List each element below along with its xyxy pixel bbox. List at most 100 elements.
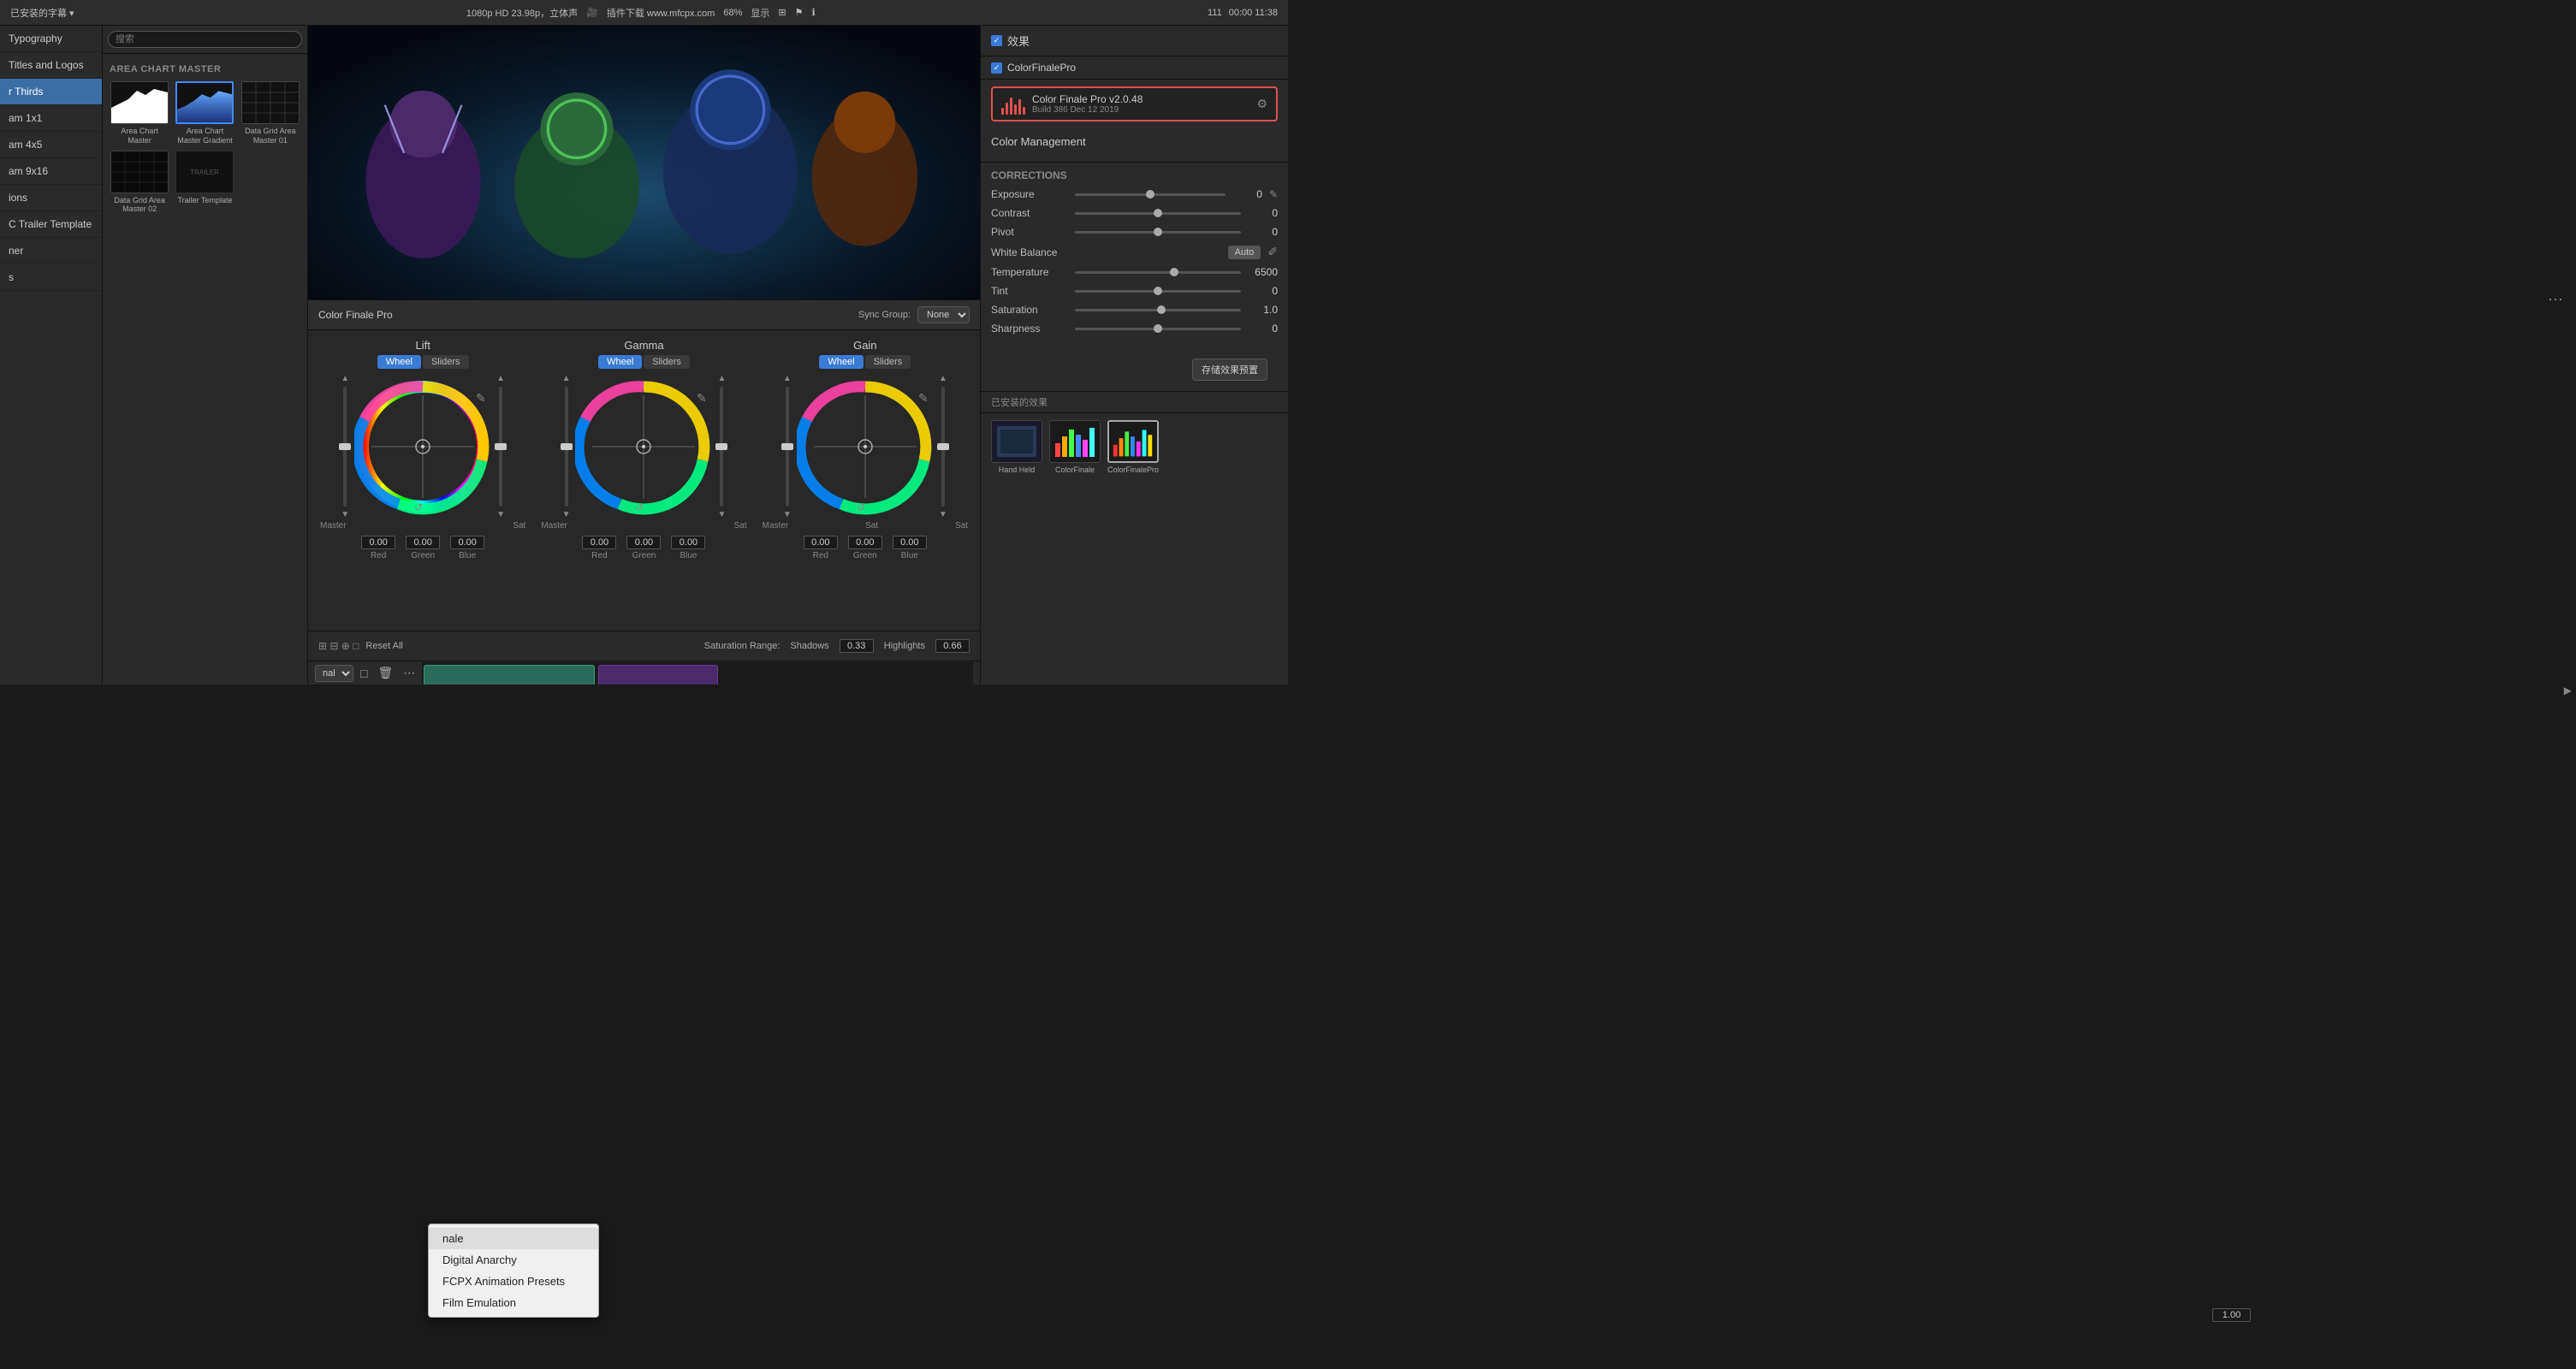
gamma-v-slider-right[interactable]	[720, 387, 723, 507]
thumb-area-chart-gradient[interactable]: Area Chart Master Gradient	[175, 81, 234, 145]
installed-subtitle[interactable]: 已安装的字幕 ▾	[10, 6, 74, 20]
lift-color-wheel[interactable]: ✎ ↺	[354, 378, 491, 515]
temperature-thumb[interactable]	[1170, 268, 1178, 276]
lift-left-up-arrow[interactable]: ▲	[341, 374, 349, 383]
gamma-right-down[interactable]: ▼	[717, 510, 726, 519]
gain-left-down[interactable]: ▼	[783, 510, 792, 519]
gain-values: Red Green Blue	[804, 536, 927, 560]
timeline-clip-teal[interactable]	[424, 665, 595, 684]
contrast-slider[interactable]	[1075, 212, 1241, 215]
sync-select[interactable]: None	[917, 306, 970, 323]
exposure-thumb[interactable]	[1146, 190, 1154, 199]
gain-red-input[interactable]	[804, 536, 838, 549]
sharpness-slider[interactable]	[1075, 328, 1241, 330]
contrast-thumb[interactable]	[1154, 209, 1162, 217]
timeline-clip-purple[interactable]	[598, 665, 718, 684]
eyedropper-icon[interactable]: ✐	[1267, 245, 1278, 259]
exposure-pencil-icon[interactable]: ✎	[1269, 188, 1278, 200]
dropdown-item-film-emulation[interactable]: Film Emulation	[429, 1292, 598, 1313]
lift-right-v-slider[interactable]	[499, 387, 502, 507]
sidebar-item-4x5[interactable]: am 4x5	[0, 132, 102, 158]
browser-content: AREA CHART MASTER Area Chart Master	[103, 54, 307, 684]
thumb-data-grid-01[interactable]: Data Grid Area Master 01	[240, 81, 300, 145]
pivot-slider[interactable]	[1075, 231, 1241, 234]
lift-left-down-arrow[interactable]: ▼	[341, 510, 349, 519]
shadows-input[interactable]	[840, 639, 874, 653]
gain-v-slider-right[interactable]	[941, 387, 945, 507]
sidebar-item-ner[interactable]: ner	[0, 238, 102, 264]
tint-slider[interactable]	[1075, 290, 1241, 293]
effects-item-handheld[interactable]: Hand Held	[991, 420, 1042, 475]
timeline-btn-more[interactable]: ⋯	[400, 664, 418, 682]
cfp-gear-icon[interactable]: ⚙	[1256, 97, 1267, 111]
gamma-color-wheel[interactable]: ✎ ↺	[575, 378, 712, 515]
sidebar-item-ions[interactable]: ions	[0, 185, 102, 211]
temperature-slider[interactable]	[1075, 271, 1241, 274]
gamma-left-up[interactable]: ▲	[562, 374, 571, 383]
save-effect-preset-btn[interactable]: 存储效果预置	[1192, 359, 1267, 381]
highlights-input[interactable]	[935, 639, 970, 653]
gain-wheel-tab[interactable]: Wheel	[819, 355, 863, 369]
gamma-green-input[interactable]	[626, 536, 661, 549]
exposure-slider[interactable]	[1075, 193, 1226, 196]
dropdown-item-nale[interactable]: nale	[429, 1228, 598, 1249]
cfp-banner[interactable]: Color Finale Pro v2.0.48 Build 386 Dec 1…	[991, 86, 1278, 121]
display-btn[interactable]: 显示	[751, 6, 769, 20]
sharpness-thumb[interactable]	[1154, 324, 1162, 333]
timeline-btn-delete[interactable]: 🗑	[374, 664, 396, 682]
gain-v-slider-left[interactable]	[786, 387, 789, 507]
thumb-area-chart-master[interactable]: Area Chart Master	[110, 81, 169, 145]
gain-right-down[interactable]: ▼	[939, 510, 947, 519]
cfp-plugin-checkbox[interactable]	[991, 62, 1002, 74]
lift-blue-input[interactable]	[450, 536, 484, 549]
expand-panel-btn[interactable]: ▶	[2564, 684, 2572, 696]
gamma-sliders-tab[interactable]: Sliders	[644, 355, 690, 369]
effects-checkbox[interactable]	[991, 35, 1002, 46]
gain-sat-value-input[interactable]	[2212, 1308, 2251, 1322]
gamma-v-slider-left[interactable]	[565, 387, 568, 507]
gamma-left-down[interactable]: ▼	[562, 510, 571, 519]
sidebar-item-logos[interactable]: Titles and Logos	[0, 52, 102, 79]
search-input[interactable]	[108, 31, 302, 48]
sidebar-item-typography[interactable]: Typography	[0, 26, 102, 52]
lift-green-input[interactable]	[406, 536, 440, 549]
gain-right-up[interactable]: ▲	[939, 374, 947, 383]
lift-red-input[interactable]	[361, 536, 395, 549]
gain-left-up[interactable]: ▲	[783, 374, 792, 383]
timeline-track-select[interactable]: nal	[315, 665, 353, 682]
gamma-red-input[interactable]	[582, 536, 616, 549]
lift-right-down-arrow[interactable]: ▼	[496, 510, 505, 519]
more-options-btn[interactable]: ⋯	[2548, 291, 2563, 309]
dropdown-item-digital-anarchy[interactable]: Digital Anarchy	[429, 1249, 598, 1271]
sidebar-item-s[interactable]: s	[0, 264, 102, 291]
gain-green-input[interactable]	[848, 536, 882, 549]
gain-blue-input[interactable]	[893, 536, 927, 549]
gain-color-wheel[interactable]: ✎ ↺	[797, 378, 934, 515]
lift-sliders-tab[interactable]: Sliders	[423, 355, 469, 369]
browser-search-bar	[103, 26, 307, 54]
sidebar-item-1x1[interactable]: am 1x1	[0, 105, 102, 132]
gamma-blue-input[interactable]	[671, 536, 705, 549]
gamma-wheel-tab[interactable]: Wheel	[598, 355, 642, 369]
saturation-slider[interactable]	[1075, 309, 1241, 311]
gain-sliders-tab[interactable]: Sliders	[865, 355, 911, 369]
dropdown-item-fcpx-animation[interactable]: FCPX Animation Presets	[429, 1271, 598, 1292]
lift-wheel-tab[interactable]: Wheel	[377, 355, 421, 369]
effects-item-colorfinale-pro[interactable]: ColorFinalePro	[1107, 420, 1159, 475]
timeline-btn-clip[interactable]: □	[357, 665, 371, 682]
effects-item-colorfinale[interactable]: ColorFinale	[1049, 420, 1101, 475]
sidebar-item-trailer[interactable]: C Trailer Template	[0, 211, 102, 238]
lift-left-v-slider[interactable]	[343, 387, 347, 507]
thumb-data-grid-02[interactable]: Data Grid Area Master 02	[110, 151, 169, 215]
reset-all-btn[interactable]: Reset All	[365, 641, 402, 651]
sidebar-item-thirds[interactable]: r Thirds	[0, 79, 102, 105]
info-icon: ℹ	[811, 7, 815, 18]
gamma-right-up[interactable]: ▲	[717, 374, 726, 383]
tint-thumb[interactable]	[1154, 287, 1162, 295]
wb-auto-btn[interactable]: Auto	[1228, 246, 1261, 259]
sidebar-item-9x16[interactable]: am 9x16	[0, 158, 102, 185]
thumb-trailer-template[interactable]: TRAILER Trailer Template	[175, 151, 234, 215]
lift-right-up-arrow[interactable]: ▲	[496, 374, 505, 383]
saturation-thumb[interactable]	[1157, 305, 1166, 314]
pivot-thumb[interactable]	[1154, 228, 1162, 236]
